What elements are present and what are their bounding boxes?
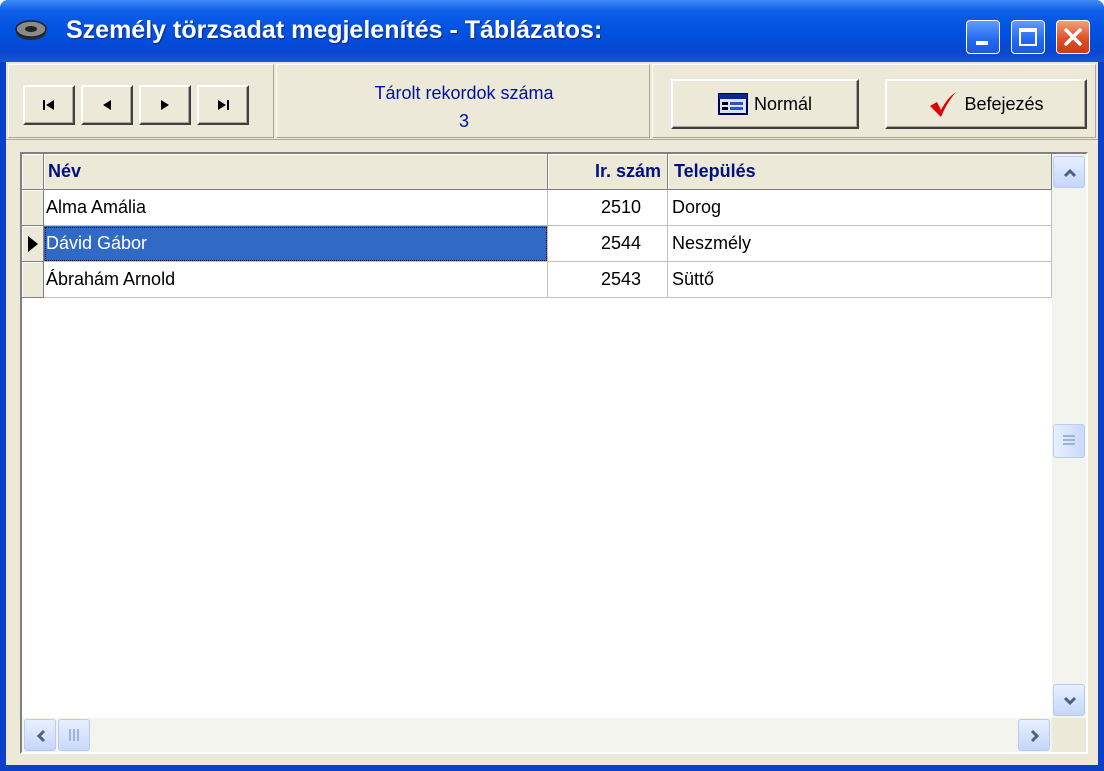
- minimize-button[interactable]: [966, 20, 1000, 54]
- first-record-button[interactable]: [23, 85, 75, 125]
- row-indicator[interactable]: [22, 262, 44, 298]
- cell-name[interactable]: Alma Amália: [44, 190, 548, 226]
- data-grid[interactable]: Név Ir. szám Település Alma Amália 2510 …: [20, 152, 1088, 754]
- next-record-button[interactable]: [139, 85, 191, 125]
- action-panel: Normál Befejezés: [652, 64, 1096, 138]
- prev-record-icon: [103, 100, 111, 110]
- app-window: Személy törzsadat megjelenítés - Tábláza…: [0, 0, 1104, 771]
- normal-view-label: Normál: [753, 93, 812, 114]
- prev-record-button[interactable]: [81, 85, 133, 125]
- close-icon: [1064, 28, 1082, 46]
- maximize-button[interactable]: [1011, 20, 1045, 54]
- grip-icon: [69, 729, 81, 741]
- window-title: Személy törzsadat megjelenítés - Tábláza…: [66, 16, 603, 44]
- row-indicator-header: [22, 154, 44, 190]
- table-row[interactable]: Alma Amália 2510 Dorog: [22, 190, 1052, 226]
- horizontal-scrollbar[interactable]: [22, 718, 1052, 752]
- scroll-right-button[interactable]: [1018, 719, 1050, 751]
- record-count-label: Tárolt rekordok száma: [374, 83, 554, 103]
- vertical-scroll-thumb[interactable]: [1053, 424, 1085, 458]
- chevron-right-icon: [1030, 729, 1040, 743]
- chevron-left-icon: [36, 729, 46, 743]
- horizontal-scroll-thumb[interactable]: [58, 719, 90, 751]
- column-header-name[interactable]: Név: [44, 154, 548, 190]
- cell-name[interactable]: Dávid Gábor: [44, 226, 548, 262]
- cell-zip[interactable]: 2543: [548, 262, 668, 298]
- next-record-icon: [161, 100, 169, 110]
- row-indicator[interactable]: [22, 190, 44, 226]
- column-header-label: Település: [674, 161, 756, 181]
- title-bar[interactable]: Személy törzsadat megjelenítés - Tábláza…: [0, 0, 1104, 62]
- column-header-city[interactable]: Település: [668, 154, 1052, 190]
- table-row[interactable]: Ábrahám Arnold 2543 Süttő: [22, 262, 1052, 298]
- disk-icon: [15, 20, 47, 40]
- normal-view-button[interactable]: Normál: [671, 79, 859, 129]
- current-row-pointer-icon: [28, 236, 38, 252]
- minimize-icon: [976, 41, 988, 45]
- column-header-zip[interactable]: Ir. szám: [548, 154, 668, 190]
- maximize-icon: [1019, 28, 1037, 46]
- toolbar: Tárolt rekordok száma 3 Normál Befejezés: [6, 62, 1098, 140]
- last-record-button[interactable]: [197, 85, 249, 125]
- cell-zip[interactable]: 2544: [548, 226, 668, 262]
- check-mark-icon: [930, 92, 957, 117]
- cell-city[interactable]: Dorog: [668, 190, 1052, 226]
- scroll-down-button[interactable]: [1053, 684, 1085, 716]
- client-area: Tárolt rekordok száma 3 Normál Befejezés…: [6, 62, 1098, 765]
- close-button[interactable]: [1056, 20, 1090, 54]
- finish-button[interactable]: Befejezés: [885, 79, 1087, 129]
- scroll-left-button[interactable]: [24, 719, 56, 751]
- column-header-label: Név: [48, 161, 82, 181]
- scrollbar-corner: [1052, 718, 1086, 752]
- last-record-icon: [218, 100, 229, 110]
- cell-zip[interactable]: 2510: [548, 190, 668, 226]
- record-count-value: 3: [458, 111, 469, 131]
- finish-label: Befejezés: [964, 93, 1044, 114]
- column-header-label: Ir. szám: [594, 161, 661, 181]
- chevron-down-icon: [1063, 696, 1077, 706]
- cell-name[interactable]: Ábrahám Arnold: [44, 262, 548, 298]
- cell-city[interactable]: Süttő: [668, 262, 1052, 298]
- record-info-panel: Tárolt rekordok száma 3: [276, 64, 650, 138]
- row-indicator[interactable]: [22, 226, 44, 262]
- form-view-icon: [717, 93, 748, 115]
- scroll-up-button[interactable]: [1053, 156, 1085, 188]
- table-row-current[interactable]: Dávid Gábor 2544 Neszmély: [22, 226, 1052, 262]
- grip-icon: [1063, 435, 1075, 447]
- vertical-scrollbar[interactable]: [1052, 154, 1086, 718]
- navigator-panel: [8, 64, 274, 138]
- first-record-icon: [43, 100, 54, 110]
- chevron-up-icon: [1063, 168, 1077, 178]
- cell-city[interactable]: Neszmély: [668, 226, 1052, 262]
- grid-viewport: Név Ir. szám Település Alma Amália 2510 …: [22, 154, 1052, 718]
